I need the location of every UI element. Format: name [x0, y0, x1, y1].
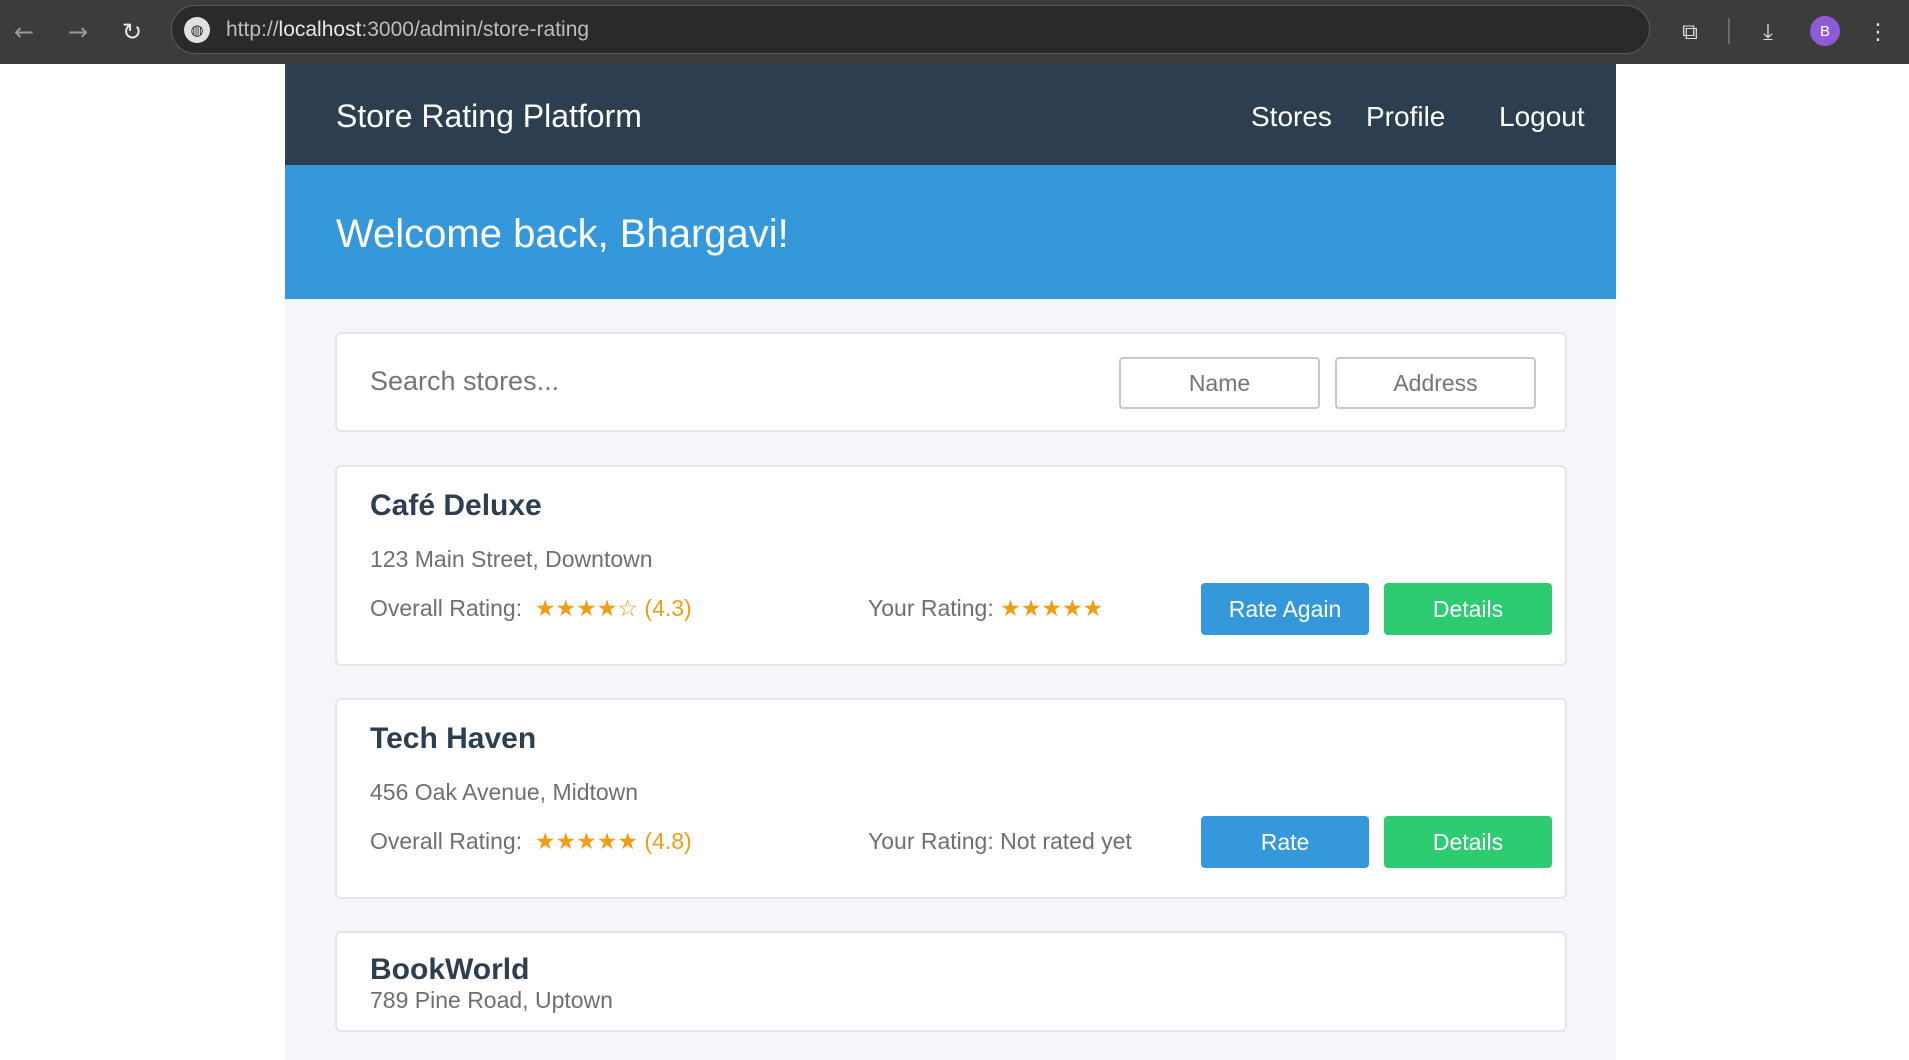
search-panel: Search stores... Name Address: [335, 332, 1567, 432]
nav-profile[interactable]: Profile: [1366, 101, 1445, 133]
top-navbar: Store Rating Platform Stores Profile Log…: [285, 64, 1616, 165]
details-button[interactable]: Details: [1384, 816, 1552, 868]
overall-rating-value: (4.8): [644, 828, 692, 854]
site-info-icon[interactable]: ◍: [184, 16, 210, 43]
url-text[interactable]: http://localhost:3000/admin/store-rating: [226, 18, 589, 42]
store-address: 456 Oak Avenue, Midtown: [370, 779, 639, 805]
store-address: 789 Pine Road, Uptown: [370, 987, 613, 1013]
overall-rating-value: (4.3): [644, 595, 692, 621]
rate-button[interactable]: Rate: [1201, 816, 1369, 868]
browser-toolbar: ← → ↻ ◍ http://localhost:3000/admin/stor…: [0, 0, 1909, 64]
reload-icon[interactable]: ↻: [114, 14, 150, 50]
browser-menu-icon[interactable]: ⋮: [1860, 14, 1896, 50]
welcome-heading: Welcome back, Bhargavi!: [336, 212, 789, 256]
details-button[interactable]: Details: [1384, 583, 1552, 635]
nav-stores[interactable]: Stores: [1251, 101, 1332, 133]
store-name: Tech Haven: [370, 722, 537, 755]
overall-rating-label: Overall Rating:: [370, 828, 523, 854]
toolbar-divider: [1728, 18, 1730, 44]
brand-title[interactable]: Store Rating Platform: [336, 98, 642, 135]
store-card: Café Deluxe 123 Main Street, Downtown Ov…: [335, 465, 1567, 666]
extensions-icon[interactable]: ⧉: [1672, 14, 1708, 50]
overall-rating-stars: ★★★★★: [534, 828, 639, 854]
welcome-banner: Welcome back, Bhargavi!: [285, 165, 1616, 299]
overall-rating-label: Overall Rating:: [370, 595, 523, 621]
store-card: BookWorld 789 Pine Road, Uptown: [335, 931, 1567, 1032]
overall-rating-stars: ★★★★☆: [534, 595, 639, 621]
overall-rating: Overall Rating: ★★★★☆ (4.3): [370, 595, 692, 622]
your-rating-label: Your Rating:: [868, 828, 994, 854]
back-icon[interactable]: ←: [6, 14, 42, 50]
forward-icon[interactable]: →: [60, 14, 96, 50]
address-bar[interactable]: ◍ http://localhost:3000/admin/store-rati…: [171, 5, 1650, 54]
url-host: localhost: [278, 17, 362, 41]
store-card: Tech Haven 456 Oak Avenue, Midtown Overa…: [335, 698, 1567, 899]
store-name: Café Deluxe: [370, 489, 542, 522]
profile-avatar[interactable]: B: [1810, 16, 1840, 46]
download-icon[interactable]: ⤓: [1750, 14, 1786, 50]
url-path: :3000/admin/store-rating: [361, 17, 590, 41]
store-name: BookWorld: [370, 953, 530, 986]
url-prefix: http://: [226, 17, 279, 41]
rate-again-button[interactable]: Rate Again: [1201, 583, 1369, 635]
search-input[interactable]: Search stores...: [370, 366, 559, 397]
address-filter-input[interactable]: Address: [1335, 357, 1536, 409]
your-rating-label: Your Rating:: [868, 595, 994, 621]
name-filter-input[interactable]: Name: [1119, 357, 1320, 409]
your-rating-stars: ★★★★★: [1000, 595, 1104, 621]
store-address: 123 Main Street, Downtown: [370, 546, 653, 572]
your-rating: Your Rating: ★★★★★: [868, 595, 1103, 622]
nav-logout[interactable]: Logout: [1499, 101, 1585, 133]
your-rating-value: Not rated yet: [1000, 828, 1132, 854]
page-container: Store Rating Platform Stores Profile Log…: [285, 64, 1616, 1060]
overall-rating: Overall Rating: ★★★★★ (4.8): [370, 828, 692, 855]
your-rating: Your Rating: Not rated yet: [868, 828, 1132, 855]
